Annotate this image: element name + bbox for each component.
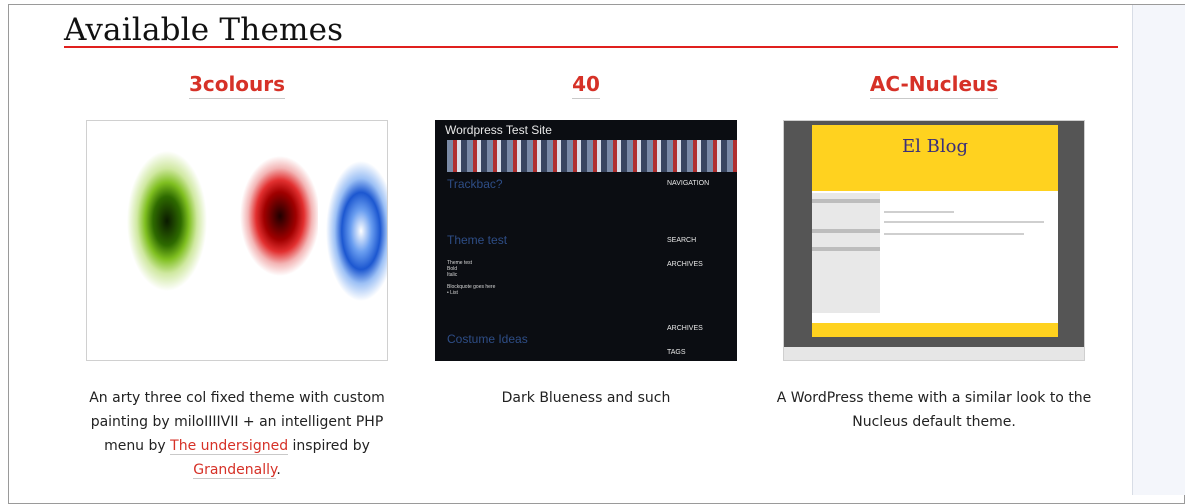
thumb-bottom-bar <box>784 347 1084 360</box>
author-link[interactable]: The undersigned <box>170 438 289 455</box>
theme-card-3colours: 3colours An arty three col fixed theme w… <box>86 60 408 479</box>
theme-link-40[interactable]: 40 <box>572 72 600 99</box>
green-panel <box>87 121 227 360</box>
theme-card-40: 40 Wordpress Test Site Trackbac? Theme t… <box>435 60 757 406</box>
post-title: Costume Ideas <box>447 332 528 346</box>
theme-thumbnail-3colours[interactable] <box>86 120 388 361</box>
blog-title: El Blog <box>902 136 968 157</box>
post-line <box>884 221 1044 223</box>
post-title: Trackbac? <box>447 177 503 191</box>
theme-thumbnail-ac-nucleus[interactable]: El Blog <box>783 120 1085 361</box>
sidebar-heading: ARCHIVES <box>667 325 703 332</box>
yellow-footer <box>812 323 1058 337</box>
post-title: Theme test <box>447 233 508 247</box>
banner-image <box>447 140 737 172</box>
sidebar-bar <box>812 199 880 203</box>
red-panel <box>230 121 318 360</box>
post-excerpt: Theme test Bold Italic Blockquote goes here… <box>447 260 496 296</box>
site-title: Wordpress Test Site <box>445 123 552 137</box>
sidebar-heading: SEARCH <box>667 237 697 244</box>
desc-text: inspired by <box>288 438 370 454</box>
yellow-header: El Blog <box>812 125 1058 191</box>
theme-description: An arty three col fixed theme with custo… <box>76 386 398 482</box>
sidebar <box>812 193 880 313</box>
post-line <box>884 211 954 213</box>
heading-underline <box>64 46 1118 48</box>
inspiration-link[interactable]: Grandenally <box>193 462 277 479</box>
theme-description: A WordPress theme with a similar look to… <box>776 390 1092 430</box>
theme-thumbnail-40[interactable]: Wordpress Test Site Trackbac? Theme test… <box>435 120 737 361</box>
desc-text: . <box>276 462 281 478</box>
theme-card-ac-nucleus: AC-Nucleus El Blog A WordPress theme wit… <box>777 60 1105 430</box>
theme-title: 40 <box>415 72 757 99</box>
theme-title: AC-Nucleus <box>763 72 1105 99</box>
theme-link-ac-nucleus[interactable]: AC-Nucleus <box>869 72 999 99</box>
theme-description: Dark Blueness and such <box>501 390 671 406</box>
theme-title: 3colours <box>66 72 408 99</box>
page-title: Available Themes <box>64 12 344 48</box>
theme-link-3colours[interactable]: 3colours <box>188 72 286 99</box>
sidebar-heading: NAVIGATION <box>667 180 710 187</box>
right-gutter <box>1132 5 1185 495</box>
sidebar-bar <box>812 247 880 251</box>
sidebar-bar <box>812 229 880 233</box>
sidebar-heading: TAGS <box>667 349 686 356</box>
blue-panel <box>321 121 387 360</box>
post-line <box>884 233 1024 235</box>
sidebar-heading: ARCHIVES <box>667 261 703 268</box>
